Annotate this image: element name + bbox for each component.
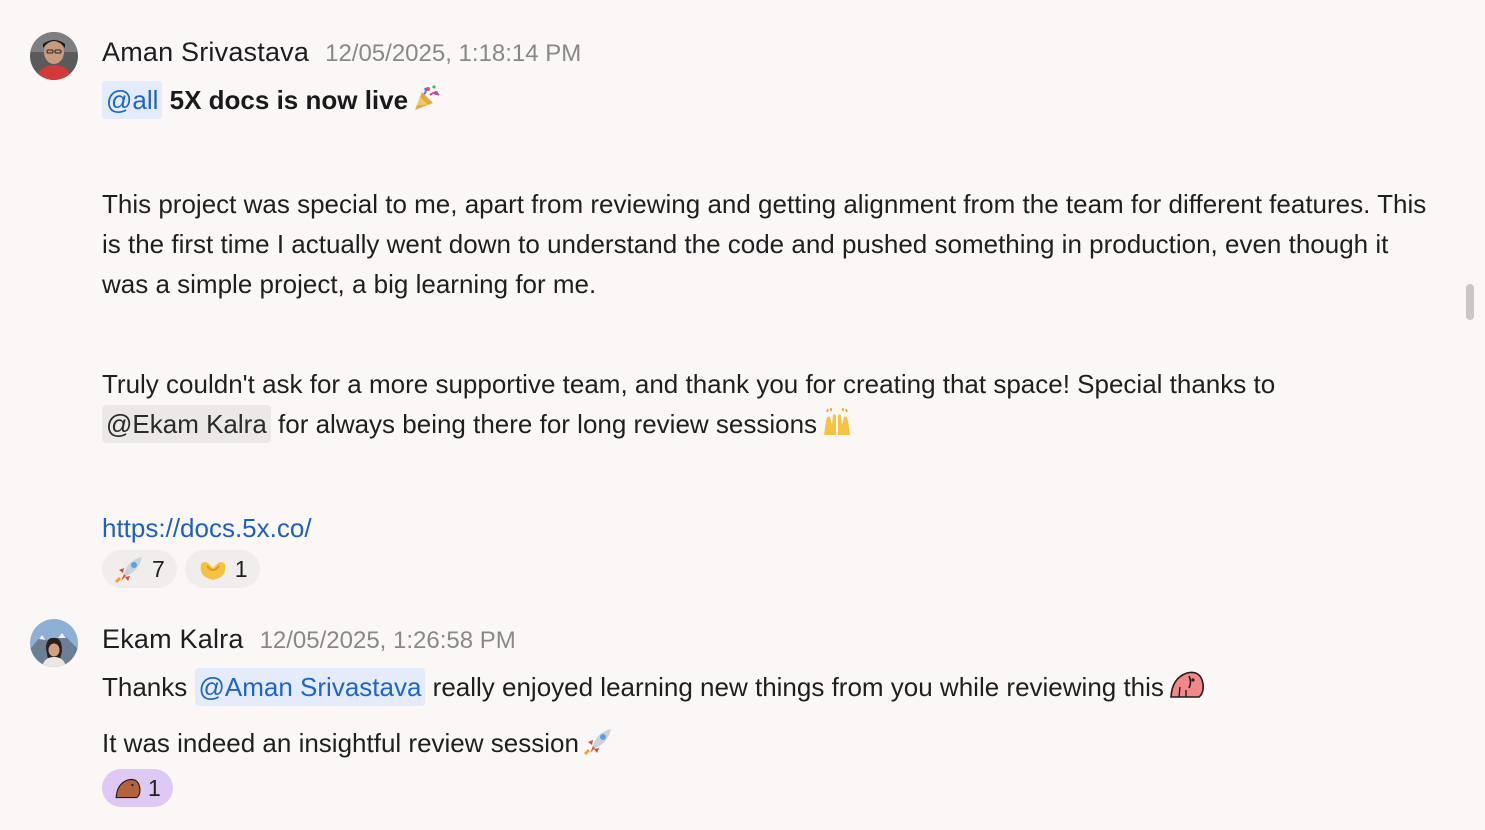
- reaction-heart-hands[interactable]: 1: [184, 550, 260, 588]
- reaction-bird[interactable]: 1: [102, 769, 173, 807]
- message-text: It was indeed an insightful review sessi…: [102, 728, 579, 758]
- timestamp: 12/05/2025, 1:26:58 PM: [259, 627, 516, 654]
- message-line: Thanks @Aman Srivastava really enjoyed l…: [102, 667, 1432, 711]
- headline-text: 5X docs is now live: [169, 85, 409, 115]
- bird-icon: [1168, 668, 1206, 711]
- message-paragraph: Truly couldn't ask for a more supportive…: [102, 364, 1432, 448]
- avatar[interactable]: [30, 619, 78, 667]
- reaction-rocket[interactable]: 7: [102, 550, 177, 588]
- reaction-count: 1: [148, 774, 161, 801]
- party-popper-icon: [412, 83, 442, 124]
- timestamp: 12/05/2025, 1:18:14 PM: [325, 40, 582, 67]
- message-paragraph: This project was special to me, apart fr…: [102, 189, 1427, 299]
- message-header: Ekam Kalra 12/05/2025, 1:26:58 PM: [102, 619, 1432, 659]
- person-avatar-mountains-icon: [30, 619, 78, 667]
- message-header: Aman Srivastava 12/05/2025, 1:18:14 PM: [102, 32, 1432, 72]
- mention-all[interactable]: @all: [102, 81, 163, 119]
- reactions-bar: 7 1: [102, 550, 1432, 588]
- reaction-count: 7: [152, 555, 165, 582]
- bird-icon: [115, 778, 141, 799]
- person-avatar-red-shirt-icon: [30, 32, 78, 80]
- paragraph-text: for always being there for long review s…: [278, 409, 818, 439]
- raising-hands-icon: [821, 407, 853, 448]
- docs-link[interactable]: https://docs.5x.co/: [102, 513, 312, 543]
- reactions-bar: 1: [102, 769, 1432, 807]
- mention-aman-srivastava[interactable]: @Aman Srivastava: [194, 668, 426, 706]
- message-feed: Aman Srivastava 12/05/2025, 1:18:14 PM @…: [0, 0, 1485, 830]
- message-text: Thanks: [102, 672, 188, 702]
- mention-ekam-kalra[interactable]: @Ekam Kalra: [102, 405, 271, 443]
- reaction-count: 1: [234, 555, 248, 582]
- paragraph-text: Truly couldn't ask for a more supportive…: [102, 369, 1276, 399]
- author-name[interactable]: Ekam Kalra: [102, 619, 244, 659]
- author-name[interactable]: Aman Srivastava: [102, 32, 309, 72]
- scrollbar-thumb[interactable]: [1466, 284, 1474, 320]
- heart-hands-icon: [200, 562, 226, 580]
- message-text: really enjoyed learning new things from …: [432, 672, 1164, 702]
- message-line: It was indeed an insightful review sessi…: [102, 723, 1432, 767]
- message-headline: @all 5X docs is now live: [102, 80, 1432, 124]
- avatar[interactable]: [30, 32, 78, 80]
- rocket-icon: [583, 726, 615, 767]
- rocket-icon: [114, 557, 142, 584]
